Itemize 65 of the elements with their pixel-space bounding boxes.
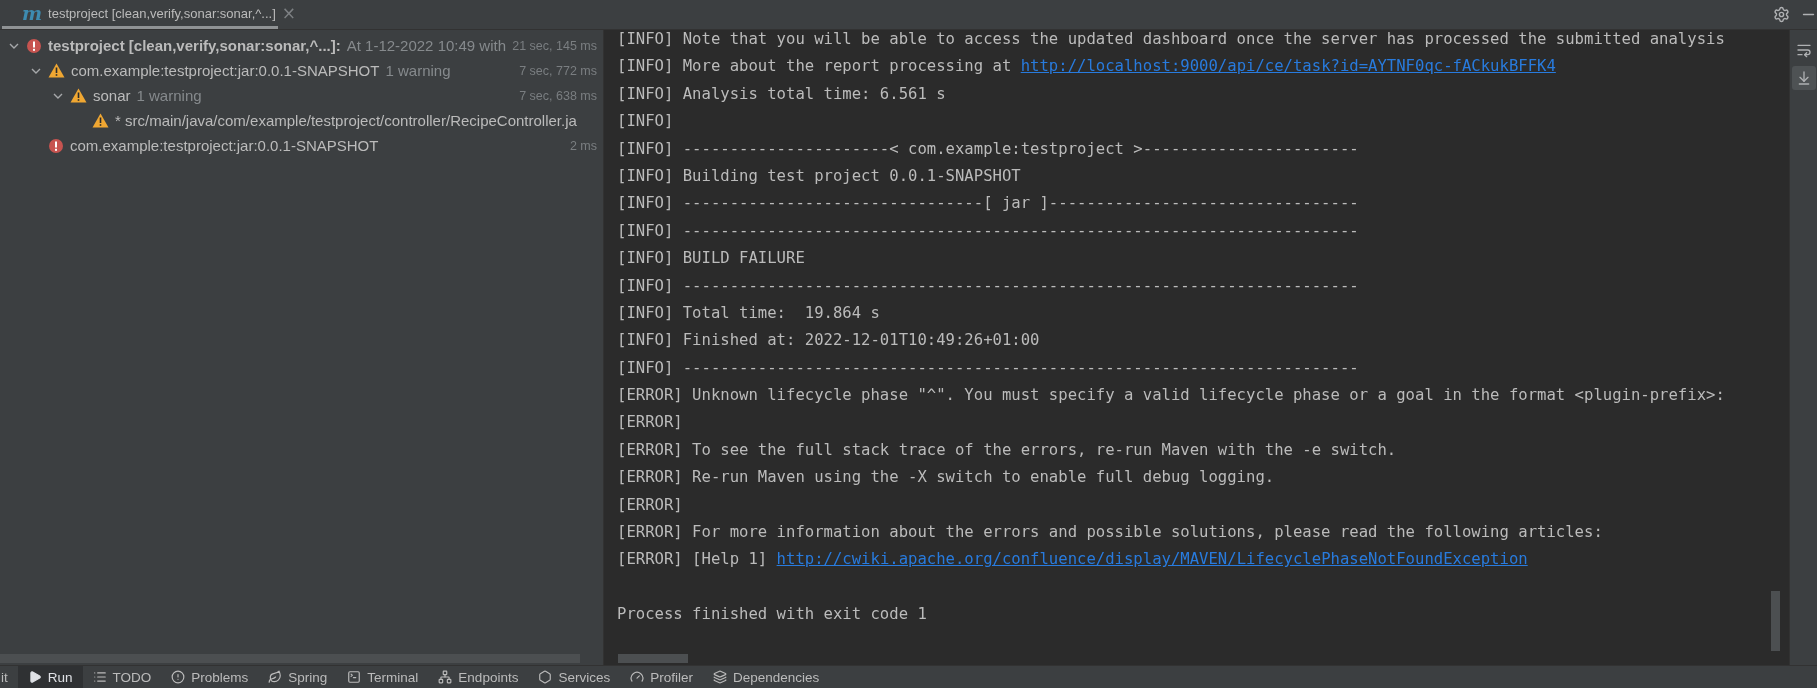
error-icon [48, 137, 64, 154]
console-line: [ERROR] For more information about the errors and possible solutions, please read the following articles: [617, 522, 1604, 544]
duration-text: 7 sec, 638 ms [518, 88, 597, 103]
warning-icon [48, 63, 65, 78]
tree-item-detail: 1 warning [136, 87, 202, 104]
tool-window-tab[interactable]: Endpoints [428, 666, 529, 688]
duration-text: 21 sec, 145 ms [511, 38, 597, 53]
tree-item-label[interactable]: com.example:testproject:jar:0.0.1-SNAPSHOT [71, 62, 380, 79]
todo-icon [92, 670, 107, 684]
console-line: [INFO] Building test project 0.0.1-SNAPSHOT [617, 165, 1022, 187]
tool-window-tab[interactable]: Run [17, 666, 83, 688]
scrollbar-thumb[interactable] [618, 654, 688, 663]
console-line: [INFO] Analysis total time: 6.561 s [617, 83, 947, 105]
tree-item-detail: At 1-12-2022 10:49 with [346, 37, 506, 54]
console-line: [INFO] ------------------------------------------------------------------------ [617, 275, 1360, 297]
tree-item-label[interactable]: com.example:testproject:jar:0.0.1-SNAPSHOT [70, 137, 379, 154]
run-icon [27, 670, 42, 684]
tool-window-tab[interactable]: it [0, 666, 18, 688]
warning-icon [92, 113, 109, 128]
console-line: [INFO] BUILD FAILURE [617, 248, 806, 270]
console-line: [ERROR] [617, 412, 684, 434]
settings-icon[interactable] [1773, 6, 1790, 23]
tree-item-detail: 1 warning [385, 62, 451, 79]
scroll-to-end-button[interactable] [1791, 66, 1816, 90]
tool-window-tab[interactable]: Terminal [337, 666, 429, 688]
endpoints-icon [438, 670, 453, 684]
console-link[interactable]: http://localhost:9000/api/ce/task?id=AYTNF0qc-fACkukBFFK4 [1020, 57, 1556, 76]
error-icon [26, 37, 42, 54]
tool-window-tab[interactable]: Problems [161, 666, 259, 688]
wrap-icon [1795, 42, 1812, 58]
duration-text: 7 sec, 772 ms [518, 63, 597, 78]
tree-item-label[interactable]: * src/main/java/com/example/testproject/controller/RecipeController.ja [115, 112, 577, 129]
console-line: [ERROR] Re-run Maven using the -X switch to enable full debug logging. [617, 467, 1276, 489]
duration-text: 2 ms [568, 138, 597, 153]
tree-item-label[interactable]: testproject [clean,verify,sonar:sonar,^...]: [48, 37, 341, 54]
console-line: [ERROR] To see the full stack trace of the errors, re-run Maven with the -e switch. [617, 439, 1398, 461]
spring-icon [268, 670, 283, 684]
warning-icon [70, 88, 87, 103]
tool-window-tab[interactable]: Profiler [620, 666, 703, 688]
console-line: [INFO] Total time: 19.864 s [617, 302, 881, 324]
tree-item-label[interactable]: sonar [93, 87, 131, 104]
tool-window-tab[interactable]: Services [528, 666, 621, 688]
console-line: [INFO] More about the report processing at http://localhost:9000/api/ce/task?id=AYTNF0qc-fACkukBFFK4 [617, 56, 1557, 78]
console-line: [INFO] [617, 111, 675, 133]
console-line: [INFO] --------------------------------[ jar ]--------------------------------- [617, 193, 1360, 215]
console-line: [INFO] ------------------------------------------------------------------------ [617, 357, 1360, 379]
console-line: [INFO] Finished at: 2022-12-01T10:49:26+01:00 [617, 330, 1041, 352]
console-line: [INFO] Note that you will be able to access the updated dashboard once the server has processed the submitted analysis [617, 29, 1726, 50]
scrollbar-thumb[interactable] [1771, 591, 1780, 651]
console-line: [ERROR] [Help 1] http://cwiki.apache.org/confluence/display/MAVEN/LifecyclePhaseNotFoundException [617, 549, 1529, 571]
exit-message: Process finished with exit code 1 [617, 604, 928, 626]
console-line: [INFO] ------------------------------------------------------------------------ [617, 220, 1360, 242]
problems-icon [171, 670, 186, 684]
console-link[interactable]: http://cwiki.apache.org/confluence/display/MAVEN/LifecyclePhaseNotFoundException [776, 550, 1528, 569]
console-line: [ERROR] [617, 494, 684, 516]
profiler-icon [630, 670, 645, 684]
terminal-icon [347, 670, 362, 684]
services-icon [538, 670, 553, 684]
tool-window-tab[interactable]: TODO [82, 666, 162, 688]
tool-window-tab[interactable]: Spring [258, 666, 338, 688]
dependencies-icon [712, 670, 727, 684]
console-line: [ERROR] Unknown lifecycle phase "^". You must specify a valid lifecycle phase or a goal in the format <plugin-prefix>: [617, 385, 1726, 407]
tool-window-tab[interactable]: Dependencies [702, 666, 830, 688]
maven-logo: m [22, 3, 43, 23]
console-line: [INFO] ----------------------< com.example:testproject >----------------------- [617, 138, 1360, 160]
